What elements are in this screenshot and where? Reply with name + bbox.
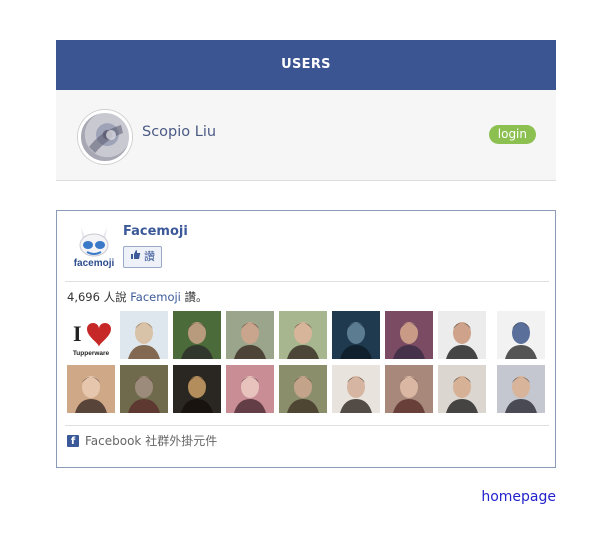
divider — [65, 281, 549, 282]
like-button[interactable]: 讚 — [123, 246, 162, 268]
friend-avatar[interactable] — [226, 311, 274, 359]
users-header: USERS — [56, 40, 556, 90]
logo-text: facemoji — [74, 258, 115, 269]
like-count: 4,696 人說 Facemoji 讚。 — [67, 289, 208, 305]
friend-avatar[interactable] — [67, 365, 115, 413]
friend-avatar[interactable] — [438, 311, 486, 359]
friend-avatar[interactable] — [385, 311, 433, 359]
friend-avatar[interactable] — [497, 311, 545, 359]
users-panel: USERS Scopio Liu login — [56, 40, 556, 181]
friend-avatar[interactable] — [385, 365, 433, 413]
avatar[interactable] — [78, 110, 132, 164]
friend-avatar[interactable] — [497, 365, 545, 413]
friend-avatar[interactable] — [332, 365, 380, 413]
friend-avatar[interactable] — [332, 311, 380, 359]
friend-avatar[interactable] — [173, 365, 221, 413]
footer-label[interactable]: Facebook 社群外掛元件 — [85, 432, 217, 449]
friend-avatar[interactable] — [279, 311, 327, 359]
svg-text:I: I — [73, 321, 82, 346]
thumbs-up-icon — [130, 247, 141, 267]
user-row: Scopio Liu login — [56, 90, 556, 181]
like-button-label: 讚 — [144, 250, 155, 263]
like-count-number: 4,696 人說 — [67, 290, 127, 304]
friend-avatar[interactable] — [120, 311, 168, 359]
page-title[interactable]: Facemoji — [123, 224, 188, 239]
facebook-like-box: facemoji Facemoji 讚 4,696 人說 Facemoji 讚。… — [56, 210, 556, 468]
friend-avatar[interactable] — [226, 365, 274, 413]
facemoji-logo[interactable]: facemoji — [71, 221, 117, 269]
friend-avatar[interactable] — [438, 365, 486, 413]
homepage-link[interactable]: homepage — [481, 489, 556, 505]
friend-avatar[interactable] — [173, 311, 221, 359]
footer-row: f Facebook 社群外掛元件 — [67, 432, 217, 449]
friend-avatar[interactable] — [120, 365, 168, 413]
friend-avatar[interactable] — [279, 365, 327, 413]
facebook-icon: f — [67, 434, 79, 447]
login-button[interactable]: login — [488, 125, 536, 144]
tupperware-label: Tupperware — [73, 350, 110, 357]
like-count-page-link[interactable]: Facemoji — [130, 290, 181, 304]
divider — [65, 425, 549, 426]
user-name[interactable]: Scopio Liu — [142, 124, 216, 140]
friend-avatar[interactable]: I Tupperware — [67, 311, 115, 359]
avatar-image — [89, 125, 123, 153]
like-count-suffix: 讚。 — [184, 290, 208, 304]
